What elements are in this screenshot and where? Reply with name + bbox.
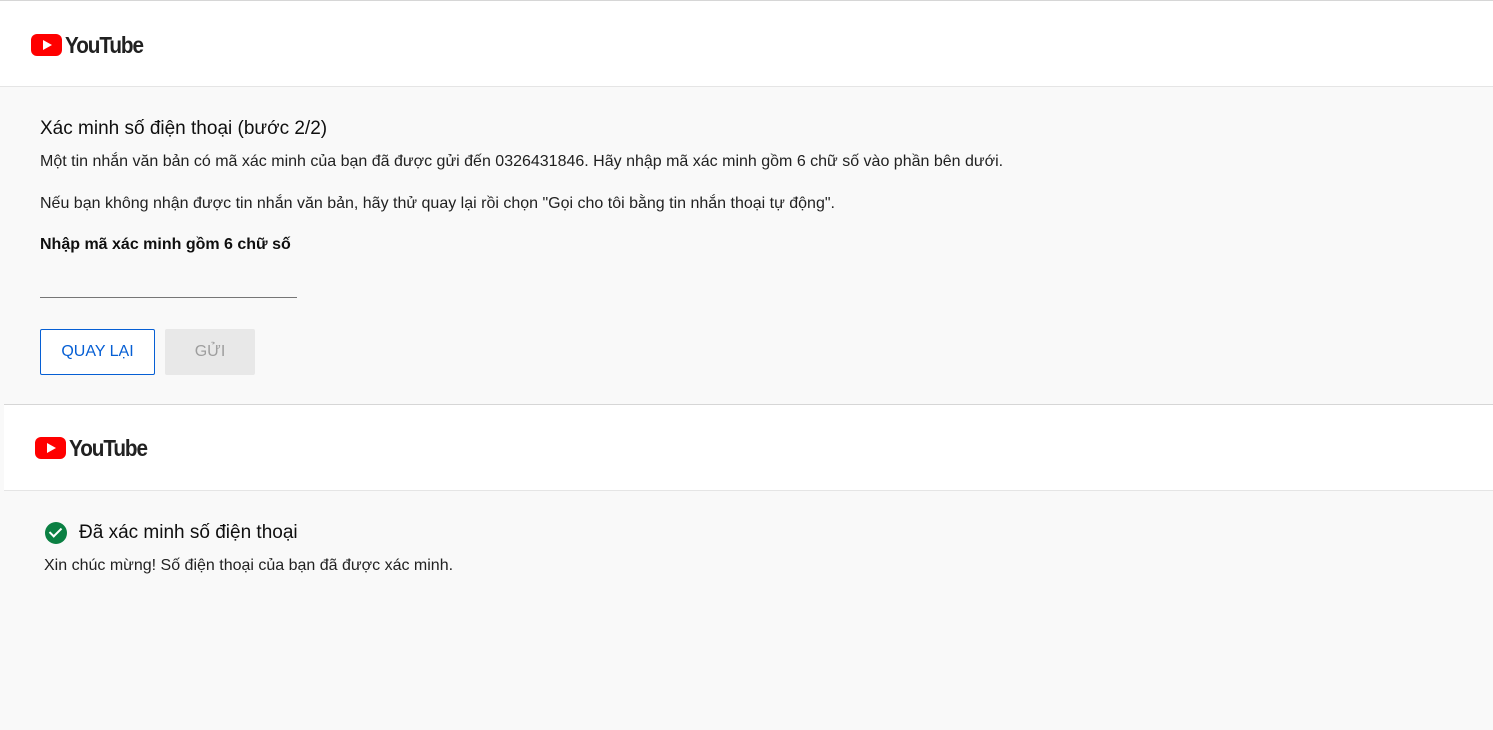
- instruction-text: Một tin nhắn văn bản có mã xác minh của …: [40, 153, 1004, 170]
- send-button[interactable]: GỬI: [165, 329, 255, 375]
- youtube-logo-secondary[interactable]: YouTube: [35, 436, 156, 460]
- fallback-text: Nếu bạn không nhận được tin nhắn văn bản…: [40, 195, 835, 212]
- youtube-logo[interactable]: YouTube: [31, 33, 152, 57]
- back-button[interactable]: QUAY LẠI: [40, 329, 155, 375]
- check-circle-icon: [45, 522, 67, 544]
- verified-heading-row: Đã xác minh số điện thoại: [45, 522, 298, 544]
- page-title: Xác minh số điện thoại (bước 2/2): [40, 118, 328, 139]
- youtube-play-icon: [35, 437, 66, 459]
- code-label: Nhập mã xác minh gồm 6 chữ số: [40, 236, 291, 253]
- youtube-play-icon: [31, 34, 62, 56]
- page: YouTube Xác minh số điện thoại (bước 2/2…: [0, 0, 1493, 730]
- header-secondary: [4, 404, 1493, 491]
- youtube-wordmark: YouTube: [69, 435, 148, 461]
- verification-code-input[interactable]: [40, 270, 297, 298]
- verified-title: Đã xác minh số điện thoại: [79, 522, 298, 543]
- youtube-wordmark: YouTube: [65, 32, 144, 58]
- verified-message: Xin chúc mừng! Số điện thoại của bạn đã …: [44, 557, 454, 574]
- header: [0, 0, 1493, 87]
